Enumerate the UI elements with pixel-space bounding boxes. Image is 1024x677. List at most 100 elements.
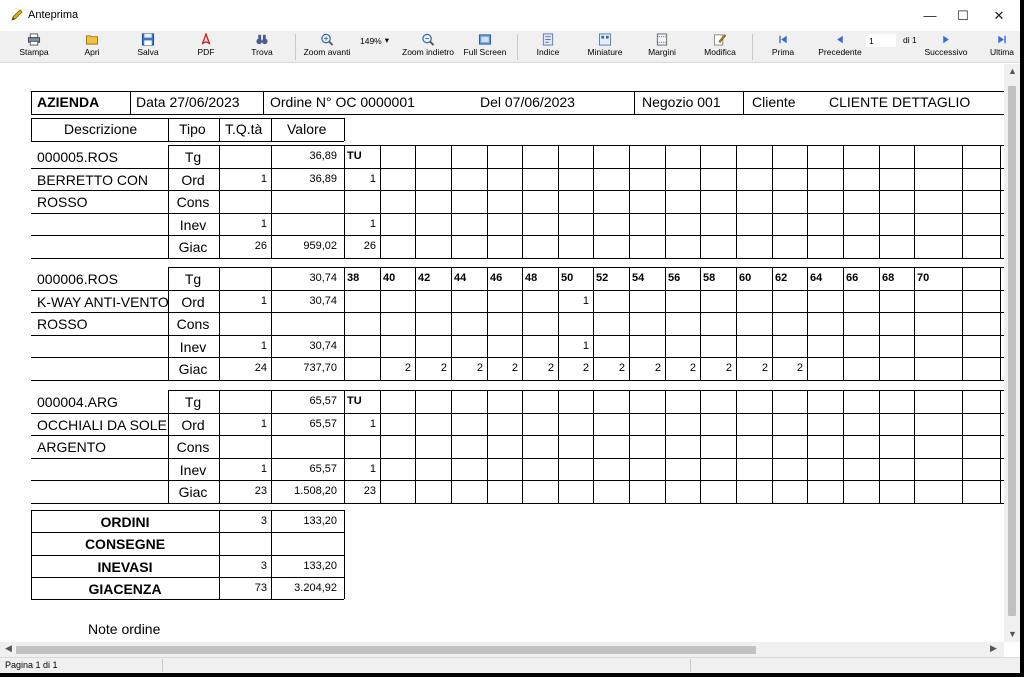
horizontal-scroll-thumb[interactable] [16,646,756,654]
totals-value: 3.204,92 [294,582,337,594]
toolbar-button-pdf[interactable]: PDF [176,33,236,61]
toolbar-divider [517,34,518,60]
size-label: 58 [703,272,716,284]
maximize-button[interactable]: ☐ [945,0,981,31]
grid-line [31,458,1004,459]
size-quantity: 1 [582,295,589,307]
toolbar-button-zoom-avanti[interactable]: Zoom avanti [297,33,357,61]
toolbar-button-miniature[interactable]: Miniature [575,33,635,61]
toolbar-button-label: Miniature [587,47,623,57]
toolbar-button-apri[interactable]: Apri [62,33,122,61]
size-label: 40 [383,272,396,284]
scroll-left-icon[interactable]: ◀ [5,643,12,654]
toolbar-button-trova[interactable]: Trova [232,33,292,61]
grid-line [31,91,1004,92]
grid-line [665,390,666,503]
header-cliente-label: Cliente [752,94,796,110]
grid-line [31,335,1004,336]
grid-line [31,141,344,142]
row-value: 737,70 [303,362,337,374]
grid-line [31,599,344,600]
page-number-input[interactable]: 1 [866,34,896,47]
grid-line [31,168,1004,169]
toolbar-button-label: Modifica [704,47,736,57]
size-label: 42 [418,272,431,284]
grid-line [31,577,344,578]
row-value: 36,89 [309,150,337,162]
grid-line [415,390,416,503]
toolbar-button-label: Indice [536,47,560,57]
size-quantity: 2 [511,362,518,374]
scroll-down-icon[interactable]: ▼ [1008,629,1017,639]
toolbar-button-prima[interactable]: Prima [753,33,813,61]
toolbar-button-ultima[interactable]: Ultima [972,33,1020,61]
toolbar-button-stampa[interactable]: Stampa [4,33,64,61]
totals-value: 133,20 [303,560,337,572]
grid-line [962,267,963,380]
header-data: Data 27/06/2023 [136,94,240,110]
size-label: 50 [561,272,574,284]
row-tipo: Inev [179,339,207,355]
row-value: 1.508,20 [294,485,337,497]
size-quantity: 1 [369,173,376,185]
grid-line [772,390,773,503]
toolbar-button-label: Full Screen [463,47,507,57]
title-bar: Anteprima — ☐ ✕ [0,0,1020,31]
grid-line [344,267,345,380]
item-description: ROSSO [37,194,88,210]
size-quantity: 2 [440,362,447,374]
grid-line [31,258,1004,259]
toolbar-button-zoom-indietro[interactable]: Zoom indietro [398,33,458,61]
zoom-select[interactable]: 149% ▾ [360,35,389,46]
grid-line [634,91,635,114]
row-quantity: 24 [254,362,267,374]
floppy-icon [141,33,155,46]
grid-line [736,390,737,503]
grid-line [962,145,963,258]
fullscreen-icon [478,34,492,45]
grid-line [843,145,844,258]
size-label: 54 [632,272,645,284]
first-page-icon [779,35,787,44]
toolbar-button-precedente[interactable]: Precedente [810,33,870,61]
grid-line [31,118,32,141]
status-page: Pagina 1 di 1 [5,660,58,670]
scroll-up-icon[interactable]: ▲ [1008,66,1017,76]
row-tipo: Giac [178,361,208,377]
grid-line [31,213,1004,214]
close-button[interactable]: ✕ [981,0,1017,31]
grid-line [344,510,345,599]
grid-line [31,235,1004,236]
totals-value: 133,20 [303,515,337,527]
toolbar-button-indice[interactable]: Indice [518,33,578,61]
toolbar-button-modifica[interactable]: Modifica [690,33,750,61]
grid-line [130,91,131,114]
grid-line [271,118,272,141]
grid-line [31,290,1004,291]
size-quantity: 2 [689,362,696,374]
index-icon [542,33,554,46]
grid-line [914,390,915,503]
vertical-scrollbar[interactable]: ▲ ▼ [1004,64,1020,642]
size-quantity: 2 [796,362,803,374]
toolbar-button-margini[interactable]: Margini [632,33,692,61]
minimize-button[interactable]: — [912,0,948,31]
size-quantity: 2 [547,362,554,374]
totals-quantity: 3 [260,515,267,527]
horizontal-scrollbar[interactable]: ◀ ▶ [0,642,1004,657]
grid-line [879,390,880,503]
scroll-right-icon[interactable]: ▶ [990,643,997,654]
row-tipo: Ord [181,172,205,188]
grid-line [380,390,381,503]
size-label: 52 [596,272,609,284]
pencil-icon [11,9,23,21]
grid-line [31,413,1004,414]
grid-line [914,145,915,258]
vertical-scroll-thumb[interactable] [1008,86,1016,616]
grid-line [1000,390,1001,503]
toolbar-button-successivo[interactable]: Successivo [916,33,976,61]
toolbar-button-full-screen[interactable]: Full Screen [455,33,515,61]
toolbar-button-salva[interactable]: Salva [118,33,178,61]
row-quantity: 1 [260,340,267,352]
grid-line [772,145,773,258]
